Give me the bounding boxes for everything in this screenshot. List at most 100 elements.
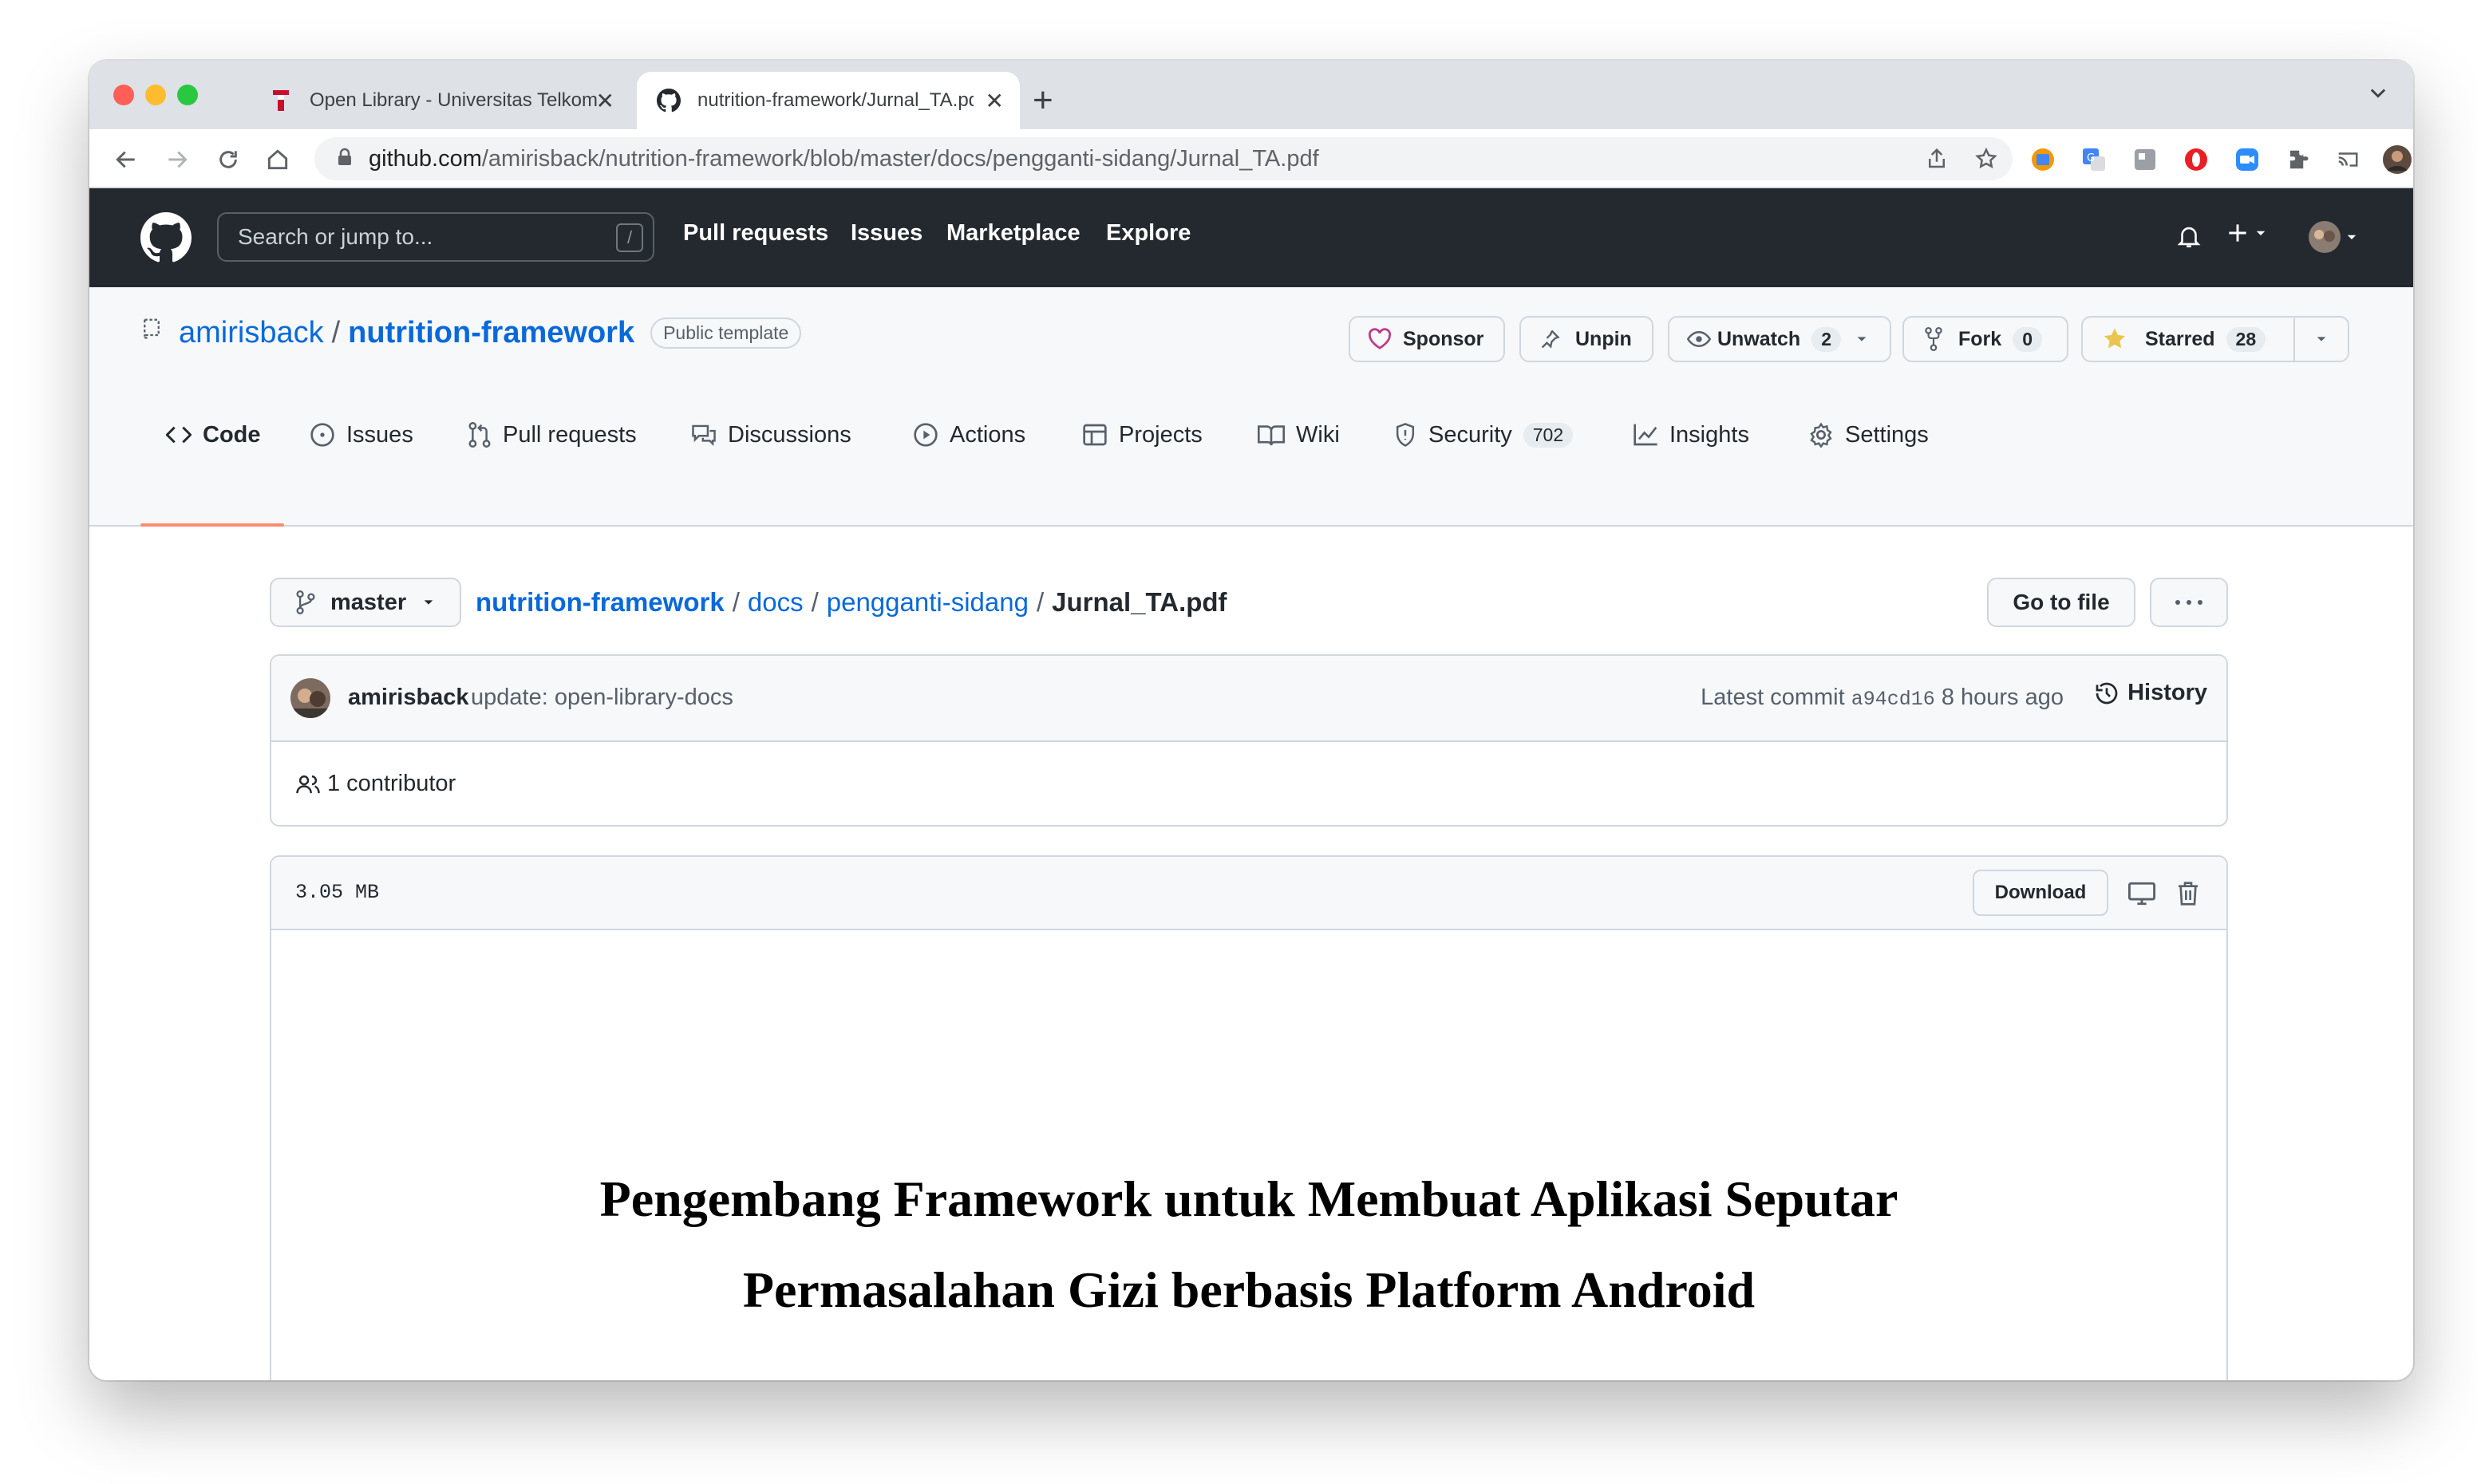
breadcrumb-filename: Jurnal_TA.pdf (1052, 587, 1227, 617)
telkom-favicon-icon (268, 88, 294, 113)
share-icon[interactable] (1925, 147, 1949, 175)
issue-icon (310, 423, 334, 447)
extension-icon[interactable] (2029, 145, 2057, 174)
minimize-window-button[interactable] (145, 85, 166, 105)
starred-button[interactable]: Starred 28 (2081, 316, 2295, 362)
security-alert-count: 702 (1523, 422, 1574, 448)
tab-pull-requests[interactable]: Pull requests (468, 399, 637, 471)
zoom-window-button[interactable] (177, 85, 198, 105)
tab-label: Projects (1119, 421, 1203, 448)
tab-actions[interactable]: Actions (913, 399, 1025, 471)
create-new-plus-icon[interactable] (2225, 220, 2268, 246)
kebab-horizontal-icon (2175, 600, 2202, 605)
new-tab-plus-icon[interactable]: + (1033, 78, 1053, 123)
close-window-button[interactable] (113, 85, 134, 105)
tab-settings[interactable]: Settings (1808, 399, 1929, 471)
translate-extension-icon[interactable]: G (2080, 145, 2108, 174)
graph-icon (1634, 424, 1657, 446)
chevron-down-icon (2317, 337, 2326, 341)
profile-avatar[interactable] (2383, 145, 2412, 174)
tab-label: Insights (1669, 421, 1749, 448)
commit-author-link[interactable]: amirisback (348, 685, 469, 711)
back-arrow-icon[interactable] (110, 144, 142, 176)
people-icon (296, 775, 320, 793)
cast-icon[interactable] (2333, 145, 2362, 174)
breadcrumb-folder-link[interactable]: pengganti-sidang (827, 587, 1029, 618)
tab-projects[interactable]: Projects (1082, 399, 1203, 471)
branch-selector[interactable]: master (270, 578, 461, 627)
opera-extension-icon[interactable] (2182, 145, 2210, 174)
lock-icon[interactable] (337, 148, 353, 171)
breadcrumb-separator: / (732, 587, 740, 617)
tab-search-chevron-icon[interactable] (2367, 81, 2389, 108)
download-button[interactable]: Download (1973, 870, 2108, 916)
unpin-button[interactable]: Unpin (1519, 316, 1653, 362)
tab-discussions[interactable]: Discussions (691, 399, 851, 471)
tab-label: Wiki (1296, 421, 1340, 448)
url-path: /amirisback/nutrition-framework/blob/mas… (481, 145, 1319, 172)
svg-text:G: G (2087, 152, 2095, 164)
discussion-icon (692, 424, 716, 447)
repo-owner-link[interactable]: amirisback (179, 316, 324, 350)
zoom-extension-icon[interactable] (2233, 145, 2262, 174)
contributors-link[interactable]: 1 contributor (295, 771, 456, 797)
more-options-button[interactable] (2150, 578, 2228, 627)
history-label: History (2127, 680, 2207, 705)
unwatch-button[interactable]: Unwatch 2 (1668, 316, 1891, 362)
extension-icon[interactable] (2131, 145, 2159, 174)
breadcrumb-separator: / (811, 587, 819, 617)
breadcrumb: nutrition-framework / docs / pengganti-s… (476, 587, 1227, 618)
address-bar[interactable]: github.com/amirisback/nutrition-framewor… (314, 137, 2013, 180)
file-header: 3.05 MB Download (271, 857, 2226, 930)
history-link[interactable]: History (2094, 680, 2207, 706)
author-avatar[interactable] (290, 678, 330, 718)
fork-button[interactable]: Fork 0 (1902, 316, 2068, 362)
tab-close-icon[interactable]: ✕ (596, 88, 614, 114)
user-menu-avatar[interactable] (2308, 220, 2359, 254)
star-list-dropdown[interactable] (2293, 316, 2349, 362)
desktop-icon[interactable] (2126, 878, 2158, 910)
bell-icon[interactable] (2175, 222, 2202, 255)
url-text: github.com/amirisback/nutrition-framewor… (369, 146, 1319, 172)
trash-icon[interactable] (2172, 878, 2204, 910)
puzzle-icon[interactable] (2284, 145, 2313, 174)
tab-close-icon[interactable]: ✕ (986, 88, 1004, 114)
github-logo-icon[interactable] (140, 212, 192, 267)
forward-arrow-icon[interactable] (161, 144, 193, 176)
breadcrumb-repo-link[interactable]: nutrition-framework (476, 587, 725, 618)
go-to-file-button[interactable]: Go to file (1987, 578, 2135, 627)
tab-security[interactable]: Security 702 (1393, 399, 1574, 471)
pull-request-icon (468, 422, 491, 448)
tab-insights[interactable]: Insights (1633, 399, 1749, 471)
sponsor-button[interactable]: Sponsor (1349, 316, 1505, 362)
home-icon[interactable] (262, 144, 294, 176)
commit-message-link[interactable]: update: open-library-docs (471, 685, 733, 711)
reload-icon[interactable] (212, 144, 244, 176)
file-size: 3.05 MB (295, 881, 380, 904)
tab-label: Code (203, 421, 261, 448)
unwatch-label: Unwatch (1717, 327, 1801, 350)
repo-name-link[interactable]: nutrition-framework (348, 316, 634, 350)
tab-code[interactable]: Code (166, 399, 261, 471)
contributors-label: 1 contributor (327, 771, 456, 796)
tab-strip: Open Library - Universitas Telkom ✕ nutr… (89, 61, 2413, 129)
breadcrumb-docs-link[interactable]: docs (748, 587, 804, 618)
tab-wiki[interactable]: Wiki (1258, 399, 1340, 471)
commit-sha-link[interactable]: a94cd16 (1851, 688, 1935, 711)
latest-commit-box: amirisback update: open-library-docs Lat… (270, 654, 2228, 827)
fork-count: 0 (2013, 326, 2042, 352)
nav-explore[interactable]: Explore (1106, 220, 1191, 247)
repo-title: amirisback / nutrition-framework Public … (140, 316, 802, 350)
bookmark-star-icon[interactable] (1974, 147, 1998, 175)
shield-icon (1396, 423, 1415, 447)
tab-issues[interactable]: Issues (310, 399, 413, 471)
starred-label: Starred (2145, 327, 2215, 350)
nav-pull-requests[interactable]: Pull requests (683, 220, 828, 247)
github-search-input[interactable]: Search or jump to... / (217, 212, 654, 262)
commit-time: 8 hours ago (1941, 685, 2064, 710)
tab-label: Pull requests (503, 421, 637, 448)
nav-marketplace[interactable]: Marketplace (946, 220, 1080, 247)
nav-issues[interactable]: Issues (851, 220, 922, 247)
browser-tab-github[interactable]: nutrition-framework/Jurnal_TA.pdf ✕ (637, 72, 1020, 129)
browser-tab-open-library[interactable]: Open Library - Universitas Telkom ✕ (249, 72, 630, 129)
